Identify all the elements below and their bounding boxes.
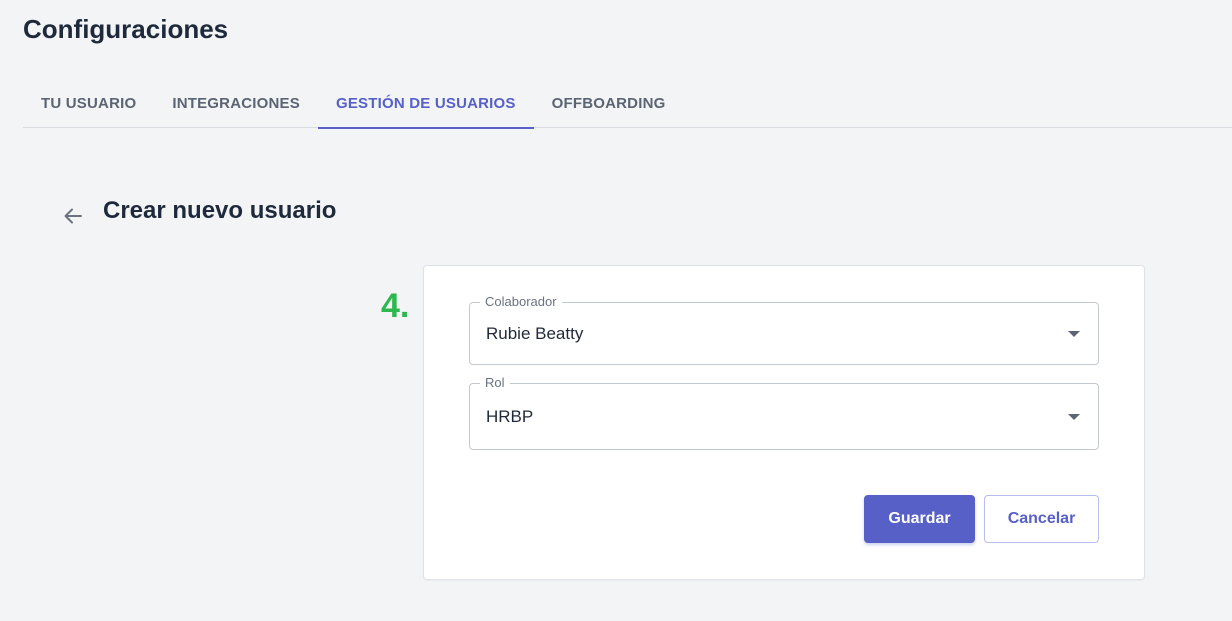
tab-label: TU USUARIO	[41, 94, 137, 112]
rol-select[interactable]: Rol HRBP	[469, 375, 1099, 450]
colaborador-select[interactable]: Colaborador Rubie Beatty	[469, 294, 1099, 365]
settings-page: Configuraciones TU USUARIO INTEGRACIONES…	[0, 0, 1232, 621]
tab-offboarding[interactable]: OFFBOARDING	[534, 78, 684, 128]
save-button[interactable]: Guardar	[864, 495, 975, 543]
chevron-down-icon	[1068, 330, 1080, 337]
colaborador-value: Rubie Beatty	[486, 323, 584, 343]
cancel-button[interactable]: Cancelar	[984, 495, 1099, 543]
tab-integraciones[interactable]: INTEGRACIONES	[154, 78, 318, 128]
settings-tabs: TU USUARIO INTEGRACIONES GESTIÓN DE USUA…	[23, 78, 1232, 129]
tab-label: INTEGRACIONES	[172, 94, 300, 112]
arrow-left-icon	[64, 208, 82, 224]
colaborador-label: Colaborador	[480, 294, 562, 309]
tab-gestion-de-usuarios[interactable]: GESTIÓN DE USUARIOS	[317, 78, 534, 129]
tab-tu-usuario[interactable]: TU USUARIO	[23, 78, 154, 128]
tab-label: OFFBOARDING	[551, 94, 666, 112]
create-user-form: Colaborador Rubie Beatty Rol HRBP Guarda…	[423, 265, 1145, 580]
tab-label: GESTIÓN DE USUARIOS	[335, 94, 516, 112]
step-number: 4.	[381, 287, 410, 325]
rol-value: HRBP	[486, 406, 534, 426]
page-title: Configuraciones	[23, 14, 229, 44]
rol-label: Rol	[480, 375, 510, 390]
section-title: Crear nuevo usuario	[103, 197, 337, 224]
chevron-down-icon	[1068, 413, 1080, 420]
back-button[interactable]	[60, 203, 86, 229]
